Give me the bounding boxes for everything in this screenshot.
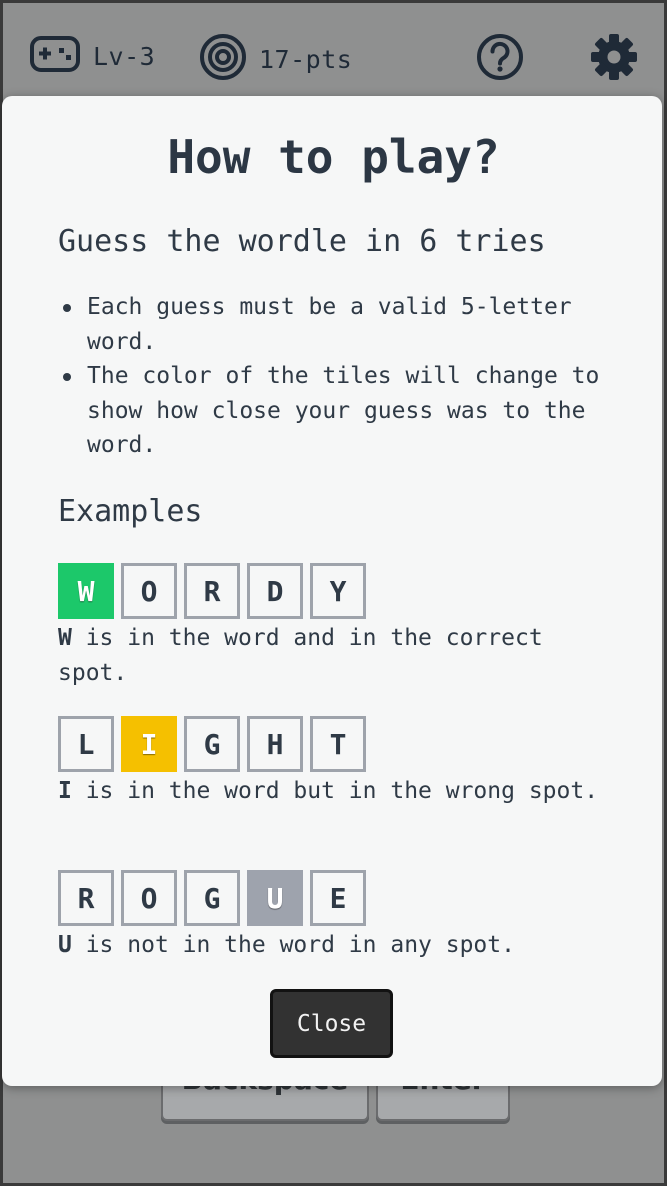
example-row-1: W O R D Y xyxy=(58,563,366,619)
help-button[interactable] xyxy=(475,32,525,86)
letter-tile-correct: W xyxy=(58,563,114,619)
example-description-3: U is not in the word in any spot. xyxy=(58,928,618,963)
target-icon xyxy=(199,33,247,85)
letter-tile: T xyxy=(310,716,366,772)
example-row-3: R O G U E xyxy=(58,870,366,926)
level-label: Lv-3 xyxy=(93,41,156,71)
example-text: is in the word and in the correct spot. xyxy=(58,625,543,686)
letter-tile: R xyxy=(184,563,240,619)
letter-tile: L xyxy=(58,716,114,772)
settings-button[interactable] xyxy=(589,32,639,86)
close-button[interactable]: Close xyxy=(270,989,393,1058)
top-bar: Lv-3 17-pts xyxy=(3,3,664,103)
points-indicator: 17-pts xyxy=(199,33,352,85)
gamepad-icon xyxy=(29,35,81,77)
example-description-1: W is in the word and in the correct spot… xyxy=(58,621,618,690)
gear-icon[interactable] xyxy=(589,32,639,86)
letter-tile: Y xyxy=(310,563,366,619)
points-label: 17-pts xyxy=(259,44,353,74)
letter-tile-present: I xyxy=(121,716,177,772)
rules-list: Each guess must be a valid 5-letter word… xyxy=(60,290,620,463)
example-letter: W xyxy=(58,625,72,651)
help-icon[interactable] xyxy=(475,32,525,86)
modal-title: How to play? xyxy=(167,130,500,184)
examples-heading: Examples xyxy=(58,494,203,529)
letter-tile: O xyxy=(121,870,177,926)
rule-item: The color of the tiles will change to sh… xyxy=(60,359,620,463)
letter-tile: D xyxy=(247,563,303,619)
rule-item: Each guess must be a valid 5-letter word… xyxy=(60,290,620,359)
letter-tile-absent: U xyxy=(247,870,303,926)
level-indicator: Lv-3 xyxy=(29,35,155,77)
letter-tile: R xyxy=(58,870,114,926)
letter-tile: G xyxy=(184,716,240,772)
example-letter: I xyxy=(58,778,72,804)
example-row-2: L I G H T xyxy=(58,716,366,772)
letter-tile: E xyxy=(310,870,366,926)
letter-tile: H xyxy=(247,716,303,772)
example-text: is not in the word in any spot. xyxy=(71,932,515,958)
example-letter: U xyxy=(58,932,72,958)
example-text: is in the word but in the wrong spot. xyxy=(71,778,599,804)
modal-subtitle: Guess the wordle in 6 tries xyxy=(58,224,546,259)
example-description-2: I is in the word but in the wrong spot. xyxy=(58,774,618,809)
letter-tile: O xyxy=(121,563,177,619)
letter-tile: G xyxy=(184,870,240,926)
